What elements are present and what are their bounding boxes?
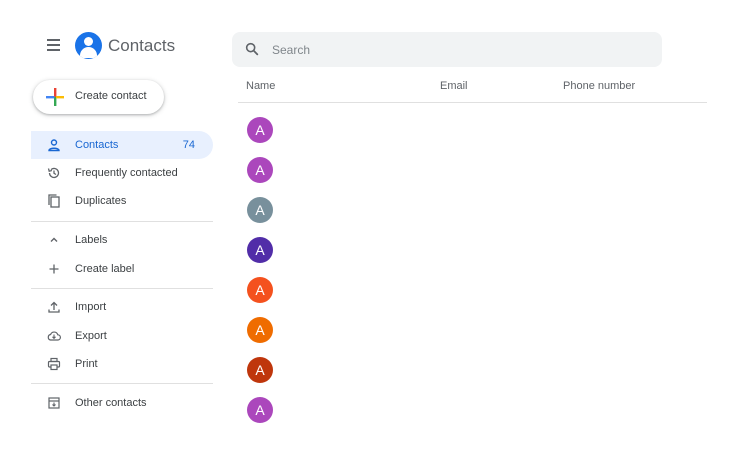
sidebar-item-label: Export	[75, 330, 107, 342]
sidebar-item-import[interactable]: Import	[31, 293, 213, 321]
contact-row[interactable]: A	[238, 270, 707, 310]
sidebar-item-other-contacts[interactable]: Other contacts	[31, 389, 213, 417]
sidebar-divider	[31, 383, 213, 384]
search-bar[interactable]	[232, 32, 662, 67]
sidebar-item-frequently-contacted[interactable]: Frequently contacted	[31, 159, 213, 187]
app-title: Contacts	[108, 36, 176, 55]
sidebar-item-label: Import	[75, 301, 107, 313]
sidebar-item-label: Other contacts	[75, 397, 147, 409]
contacts-count-badge: 74	[182, 139, 195, 151]
contact-avatar: A	[247, 157, 273, 183]
contact-avatar: A	[247, 317, 273, 343]
contact-avatar: A	[247, 117, 273, 143]
sidebar-item-print[interactable]: Print	[31, 350, 213, 378]
contact-row[interactable]: A	[238, 190, 707, 230]
sidebar-divider	[31, 288, 213, 289]
sidebar-item-create-label[interactable]: Create label	[31, 255, 213, 283]
printer-icon	[47, 357, 61, 371]
chevron-up-icon	[50, 237, 58, 242]
contacts-logo-icon	[75, 32, 102, 59]
person-icon	[48, 139, 60, 152]
contact-row[interactable]: A	[238, 310, 707, 350]
sidebar-item-duplicates[interactable]: Duplicates	[31, 187, 213, 215]
contact-row[interactable]: A	[238, 350, 707, 390]
upload-icon	[48, 301, 60, 313]
colorful-plus-icon	[46, 88, 64, 106]
history-icon	[47, 167, 60, 179]
sidebar-item-contacts[interactable]: Contacts 74	[31, 131, 213, 159]
create-contact-button[interactable]: Create contact	[33, 80, 164, 114]
contact-row[interactable]: A	[238, 230, 707, 270]
sidebar-item-label: Create label	[75, 263, 135, 275]
column-header-name[interactable]: Name	[246, 80, 275, 92]
contact-avatar: A	[247, 277, 273, 303]
sidebar-divider	[31, 221, 213, 222]
sidebar-item-labels[interactable]: Labels	[31, 226, 213, 254]
archive-icon	[48, 397, 60, 409]
contact-avatar: A	[247, 357, 273, 383]
copy-icon	[48, 194, 60, 208]
sidebar-item-export[interactable]: Export	[31, 322, 213, 350]
contact-row[interactable]: A	[238, 150, 707, 190]
contact-row[interactable]: A	[238, 390, 707, 430]
contact-avatar: A	[247, 237, 273, 263]
sidebar-item-label: Duplicates	[75, 195, 127, 207]
contact-avatar: A	[247, 397, 273, 423]
plus-icon	[49, 264, 59, 274]
search-icon[interactable]	[244, 41, 260, 57]
sidebar-item-label: Contacts	[75, 139, 119, 151]
sidebar-item-label: Frequently contacted	[75, 167, 178, 179]
hamburger-icon	[47, 39, 60, 41]
sidebar-item-label: Print	[75, 358, 98, 370]
hamburger-icon-line	[47, 49, 60, 51]
create-contact-label: Create contact	[75, 90, 147, 102]
column-header-phone[interactable]: Phone number	[563, 80, 635, 92]
hamburger-icon-line	[47, 44, 60, 46]
cloud-download-icon	[47, 331, 61, 341]
contact-row[interactable]: A	[238, 110, 707, 150]
main-menu-button[interactable]	[44, 35, 64, 55]
table-header-divider	[238, 102, 707, 103]
search-input[interactable]	[272, 32, 652, 67]
contact-avatar: A	[247, 197, 273, 223]
sidebar-item-label: Labels	[75, 234, 108, 246]
column-header-email[interactable]: Email	[440, 80, 468, 92]
